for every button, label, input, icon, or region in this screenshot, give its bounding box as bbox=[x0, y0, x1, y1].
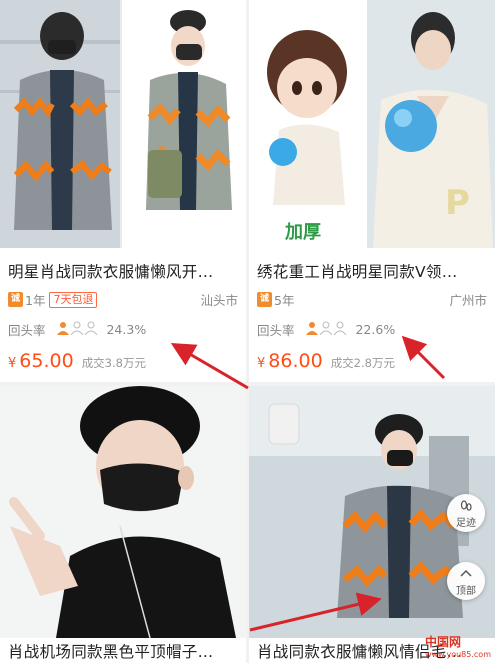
shop-years-1: 1年 bbox=[25, 293, 46, 308]
product-card-1[interactable]: 明星肖战同款衣服慵懒风开… 诚 1年 7天包退 汕头市 回头率 24.3% ¥65.… bbox=[0, 0, 246, 382]
product-card-2[interactable]: P 加厚 绣花重工肖战明星同款V领… 诚 5年 广州市 回头率 22.6% ¥86… bbox=[249, 0, 495, 382]
shop-city-1: 汕头市 bbox=[200, 293, 238, 308]
currency-symbol: ¥ bbox=[8, 356, 17, 371]
back-to-top-label: 顶部 bbox=[456, 586, 476, 597]
repurchase-value-2: 22.6% bbox=[355, 322, 396, 337]
product-image-2[interactable]: P 加厚 bbox=[249, 0, 495, 248]
product-image-1[interactable] bbox=[0, 0, 246, 248]
watermark-sub: www.you85.com bbox=[425, 650, 491, 659]
product-title-1[interactable]: 明星肖战同款衣服慵懒风开… bbox=[8, 260, 240, 282]
site-watermark: 中国网 www.you85.com bbox=[425, 633, 491, 659]
price-row-1: ¥65.00 成交3.8万元 bbox=[8, 350, 240, 376]
sales-amount-1: 成交3.8万元 bbox=[81, 356, 146, 370]
back-to-top-button[interactable]: 顶部 bbox=[447, 562, 485, 600]
people-rating-icon bbox=[305, 321, 349, 338]
people-rating-icon bbox=[56, 321, 100, 338]
product-price-1: 65.00 bbox=[19, 350, 74, 372]
currency-symbol: ¥ bbox=[257, 356, 266, 371]
product-card-3[interactable]: 肖战机场同款黑色平顶帽子… bbox=[0, 386, 246, 663]
repurchase-label-2: 回头率 bbox=[257, 323, 295, 338]
shop-level-badge-icon: 诚 bbox=[257, 292, 272, 307]
shop-years-2: 5年 bbox=[274, 293, 295, 308]
thick-image-label: 加厚 bbox=[285, 222, 321, 243]
watermark-main: 中国网 bbox=[425, 635, 462, 649]
product-grid: 明星肖战同款衣服慵懒风开… 诚 1年 7天包退 汕头市 回头率 24.3% ¥65.… bbox=[0, 0, 495, 663]
repurchase-rate-1: 回头率 24.3% bbox=[8, 320, 240, 338]
sales-amount-2: 成交2.8万元 bbox=[330, 356, 395, 370]
product-image-3[interactable] bbox=[0, 386, 246, 638]
repurchase-label-1: 回头率 bbox=[8, 323, 46, 338]
repurchase-rate-2: 回头率 22.6% bbox=[257, 320, 489, 338]
price-row-2: ¥86.00 成交2.8万元 bbox=[257, 350, 489, 376]
footprint-label: 足迹 bbox=[456, 518, 476, 529]
product-title-3[interactable]: 肖战机场同款黑色平顶帽子… bbox=[8, 640, 240, 662]
arrow-up-icon bbox=[460, 569, 472, 577]
shop-meta-2: 诚 5年 广州市 bbox=[257, 290, 489, 308]
shop-meta-1: 诚 1年 7天包退 汕头市 bbox=[8, 290, 240, 308]
footprint-button[interactable]: 足迹 bbox=[447, 494, 485, 532]
repurchase-value-1: 24.3% bbox=[106, 322, 147, 337]
shop-level-badge-icon: 诚 bbox=[8, 292, 23, 307]
return-policy-tag-1: 7天包退 bbox=[49, 291, 98, 308]
shop-city-2: 广州市 bbox=[449, 293, 487, 308]
product-price-2: 86.00 bbox=[268, 350, 323, 372]
footprint-icon bbox=[460, 500, 472, 511]
svg-text:P: P bbox=[445, 183, 470, 223]
product-title-2[interactable]: 绣花重工肖战明星同款V领… bbox=[257, 260, 489, 282]
